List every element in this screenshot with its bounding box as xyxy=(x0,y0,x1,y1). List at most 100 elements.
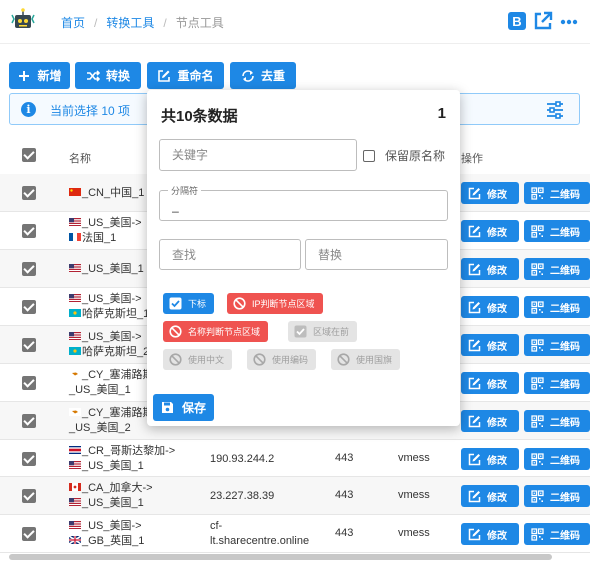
find-field[interactable] xyxy=(159,239,301,270)
breadcrumb-home[interactable]: 首页 xyxy=(61,16,85,30)
row-checkbox[interactable] xyxy=(22,338,36,352)
use-code-chip[interactable]: 使用编码 xyxy=(247,349,317,370)
row-checkbox[interactable] xyxy=(22,452,36,466)
edit-button[interactable]: 修改 xyxy=(461,182,519,204)
checkbox-checked-icon xyxy=(169,297,182,310)
select-all-checkbox[interactable] xyxy=(22,148,36,162)
horizontal-scrollbar[interactable] xyxy=(9,554,552,560)
edit-label: 修改 xyxy=(487,189,507,201)
table-row[interactable]: _US_美国-> _GB_英国_1 cf-lt.sharecentre.online… xyxy=(0,515,590,553)
flag-kz-icon xyxy=(69,347,81,355)
node-name-line: _US_美国-> xyxy=(82,331,142,343)
edit-button[interactable]: 修改 xyxy=(461,523,519,545)
add-button[interactable]: 新增 xyxy=(9,62,70,89)
keyword-input[interactable] xyxy=(160,140,356,170)
table-row[interactable]: _CA_加拿大-> _US_美国_1 23.227.38.39 443 vmess 修改 二… xyxy=(0,477,590,515)
column-header-name: 名称 xyxy=(69,153,91,165)
edit-button[interactable]: 修改 xyxy=(461,220,519,242)
edit-button[interactable]: 修改 xyxy=(461,296,519,318)
use-flag-chip[interactable]: 使用国旗 xyxy=(331,349,401,370)
node-name: _US_美国-> _GB_英国_1 xyxy=(69,519,144,549)
row-checkbox[interactable] xyxy=(22,224,36,238)
node-name-line: _US_美国-> xyxy=(82,293,142,305)
flag-cr-icon xyxy=(69,446,81,454)
separator-field[interactable]: 分隔符 xyxy=(159,184,448,221)
node-name: _US_美国-> 法国_1 xyxy=(69,216,142,246)
edit-button[interactable]: 修改 xyxy=(461,448,519,470)
row-checkbox[interactable] xyxy=(22,262,36,276)
node-name-line: _GB_英国_1 xyxy=(82,535,145,547)
row-checkbox[interactable] xyxy=(22,527,36,541)
blog-icon[interactable]: B xyxy=(506,10,528,32)
qr-code-button[interactable]: 二维码 xyxy=(524,448,590,470)
robot-logo-icon[interactable] xyxy=(10,7,36,33)
node-name-line: _CR_哥斯达黎加-> xyxy=(82,445,176,457)
node-name-line: _CA_加拿大-> xyxy=(82,482,153,494)
flag-fr-icon xyxy=(69,233,81,241)
open-external-icon[interactable] xyxy=(532,10,554,32)
edit-button[interactable]: 修改 xyxy=(461,258,519,280)
edit-button[interactable]: 修改 xyxy=(461,372,519,394)
ip-region-chip[interactable]: IP判断节点区域 xyxy=(227,293,323,314)
rename-button[interactable]: 重命名 xyxy=(147,62,224,89)
qr-code-button[interactable]: 二维码 xyxy=(524,296,590,318)
edit-icon xyxy=(158,69,171,82)
keyword-field[interactable] xyxy=(159,139,357,171)
edit-button[interactable]: 修改 xyxy=(461,410,519,432)
row-checkbox[interactable] xyxy=(22,414,36,428)
save-button[interactable]: 保存 xyxy=(153,394,214,421)
replace-input[interactable] xyxy=(306,240,447,269)
flag-cy-icon xyxy=(69,370,81,378)
separator-label: 分隔符 xyxy=(168,184,202,197)
selection-count-text: 当前选择 10 项 xyxy=(50,104,131,118)
edit-button[interactable]: 修改 xyxy=(461,334,519,356)
checkbox-box[interactable] xyxy=(363,149,375,162)
replace-field[interactable] xyxy=(305,239,448,270)
edit-icon xyxy=(468,225,481,237)
edit-label: 修改 xyxy=(487,303,507,315)
edit-button[interactable]: 修改 xyxy=(461,485,519,507)
node-name-line: _US_美国_1 xyxy=(82,497,144,509)
row-checkbox[interactable] xyxy=(22,489,36,503)
qr-code-button[interactable]: 二维码 xyxy=(524,334,590,356)
column-settings-icon[interactable] xyxy=(545,100,565,120)
node-address: 190.93.244.2 xyxy=(210,453,275,465)
refresh-icon xyxy=(242,69,254,82)
name-region-chip[interactable]: 名称判断节点区域 xyxy=(163,321,269,342)
table-row[interactable]: _CR_哥斯达黎加-> _US_美国_1 190.93.244.2 443 vmess 修… xyxy=(0,440,590,477)
node-protocol: vmess xyxy=(398,527,430,539)
node-address: 23.227.38.39 xyxy=(210,490,275,502)
row-checkbox[interactable] xyxy=(22,186,36,200)
edit-icon xyxy=(468,339,481,351)
qr-code-button[interactable]: 二维码 xyxy=(524,523,590,545)
row-checkbox[interactable] xyxy=(22,300,36,314)
top-bar: 首页 / 转换工具 / 节点工具 B xyxy=(0,0,590,44)
save-icon xyxy=(161,402,173,413)
region-first-chip[interactable]: 区域在前 xyxy=(288,321,358,342)
breadcrumb-current: 节点工具 xyxy=(175,16,224,30)
breadcrumb-tools[interactable]: 转换工具 xyxy=(106,16,154,30)
keep-original-name-checkbox[interactable]: 保留原名称 xyxy=(363,147,445,164)
checkbox-checked-icon xyxy=(294,325,307,338)
qr-code-button[interactable]: 二维码 xyxy=(524,220,590,242)
dedupe-button[interactable]: 去重 xyxy=(230,62,296,89)
convert-button[interactable]: 转换 xyxy=(75,62,141,89)
node-address-line: cf- xyxy=(210,520,223,532)
use-chinese-chip[interactable]: 使用中文 xyxy=(163,349,233,370)
svg-text:B: B xyxy=(512,14,521,29)
qr-code-button[interactable]: 二维码 xyxy=(524,182,590,204)
more-icon[interactable] xyxy=(558,10,580,32)
node-name-line: _US_美国-> xyxy=(82,217,142,229)
qr-code-button[interactable]: 二维码 xyxy=(524,258,590,280)
column-header-actions: 操作 xyxy=(461,153,483,165)
qr-code-button[interactable]: 二维码 xyxy=(524,372,590,394)
index-chip[interactable]: 下标 xyxy=(163,293,215,314)
row-checkbox[interactable] xyxy=(22,376,36,390)
find-input[interactable] xyxy=(160,240,300,269)
qr-code-button[interactable]: 二维码 xyxy=(524,485,590,507)
qr-code-button[interactable]: 二维码 xyxy=(524,410,590,432)
flag-us-icon xyxy=(69,294,81,302)
node-port: 443 xyxy=(335,527,354,539)
flag-kz-icon xyxy=(69,309,81,317)
separator-input[interactable] xyxy=(160,191,447,220)
